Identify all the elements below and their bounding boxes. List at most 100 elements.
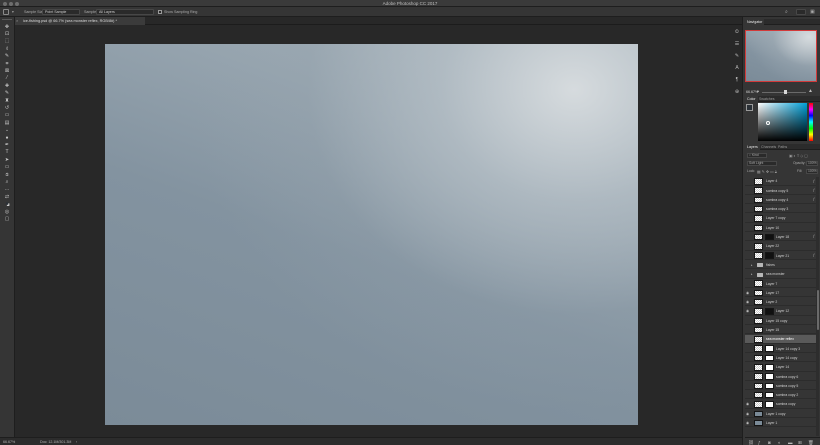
character-panel-icon[interactable]: A bbox=[733, 64, 741, 72]
layer-name[interactable]: Layer 2 bbox=[766, 300, 777, 304]
delete-layer-icon[interactable]: 🗑︎ bbox=[808, 440, 814, 445]
layer-name[interactable]: sea monster reflex bbox=[766, 337, 794, 341]
visibility-eye-icon[interactable] bbox=[746, 393, 750, 397]
quick-select-tool-icon[interactable]: ✎ bbox=[2, 53, 12, 60]
visibility-eye-icon[interactable] bbox=[746, 235, 750, 239]
layer-name[interactable]: Layer 14 bbox=[776, 365, 789, 369]
layer-mask-thumbnail[interactable] bbox=[765, 354, 774, 362]
tab-swatches[interactable]: Swatches bbox=[757, 96, 777, 102]
visibility-eye-icon[interactable]: ◉ bbox=[746, 300, 750, 304]
visibility-eye-icon[interactable] bbox=[746, 374, 750, 378]
layer-mask-thumbnail[interactable] bbox=[765, 345, 774, 352]
new-layer-icon[interactable]: ⊞ bbox=[798, 440, 802, 445]
sample-select[interactable]: All Layers bbox=[96, 9, 154, 15]
layer-name[interactable]: Layer 15 copy bbox=[766, 319, 787, 323]
layer-row[interactable]: Layer 15 copy bbox=[745, 317, 818, 325]
expand-group-chevron-icon[interactable]: ▸ bbox=[751, 263, 753, 267]
layer-thumbnail[interactable] bbox=[754, 224, 763, 231]
toolbar-grip[interactable] bbox=[2, 19, 12, 21]
layer-name[interactable]: sombra copy 5 bbox=[776, 384, 798, 388]
layer-thumbnail[interactable] bbox=[754, 345, 763, 352]
layer-name[interactable]: Layer 1 copy bbox=[766, 412, 785, 416]
lasso-tool-icon[interactable]: ℓ bbox=[2, 45, 12, 52]
path-select-tool-icon[interactable]: ➤ bbox=[2, 156, 12, 163]
visibility-eye-icon[interactable] bbox=[746, 226, 750, 230]
visibility-eye-icon[interactable] bbox=[746, 253, 750, 257]
layer-name[interactable]: Layer 12 bbox=[776, 309, 789, 313]
spot-heal-tool-icon[interactable]: ✚ bbox=[2, 82, 12, 89]
layer-mask-thumbnail[interactable] bbox=[765, 364, 774, 371]
visibility-eye-icon[interactable] bbox=[746, 272, 750, 276]
layer-row[interactable]: Layer 7 bbox=[745, 279, 818, 288]
layer-thumbnail[interactable] bbox=[754, 336, 763, 343]
layer-name[interactable]: Layer 17 bbox=[766, 291, 779, 295]
layer-row[interactable]: sombra copy 5 bbox=[745, 382, 818, 391]
visibility-eye-icon[interactable]: ◉ bbox=[746, 402, 750, 406]
share-icon[interactable]: ▣ bbox=[810, 9, 815, 15]
link-layers-icon[interactable]: ⛓ bbox=[748, 440, 754, 445]
dodge-tool-icon[interactable]: ● bbox=[2, 134, 12, 141]
layer-name[interactable]: Layer 1 bbox=[766, 421, 777, 425]
visibility-eye-icon[interactable] bbox=[746, 384, 750, 388]
eyedropper-tool-preset-icon[interactable] bbox=[3, 9, 9, 15]
layer-name[interactable]: Layer 4 bbox=[766, 179, 777, 183]
layer-thumbnail[interactable] bbox=[754, 364, 763, 371]
layer-name[interactable]: Layer 10 bbox=[766, 226, 779, 230]
layer-row[interactable]: sombra copy 4 ƒ bbox=[745, 196, 818, 205]
layer-thumbnail[interactable] bbox=[754, 233, 763, 241]
visibility-eye-icon[interactable] bbox=[746, 365, 750, 369]
clone-source-panel-icon[interactable]: ⊕ bbox=[733, 88, 741, 96]
layer-row[interactable]: Layer 7 copy bbox=[745, 214, 818, 223]
layer-mask-thumbnail[interactable] bbox=[765, 252, 774, 259]
visibility-eye-icon[interactable] bbox=[746, 337, 750, 341]
properties-panel-icon[interactable]: ☰ bbox=[733, 40, 741, 48]
layer-thumbnail[interactable] bbox=[754, 178, 763, 185]
layer-thumbnail[interactable] bbox=[754, 215, 763, 222]
visibility-eye-icon[interactable] bbox=[746, 244, 750, 248]
layer-name[interactable]: Layer 15 bbox=[766, 328, 779, 332]
dropdown-arrow-icon[interactable]: ▾ bbox=[12, 10, 14, 14]
layer-row[interactable]: Layer 18 ƒ bbox=[745, 233, 818, 242]
layer-name[interactable]: Layer 18 bbox=[776, 235, 789, 239]
layer-name[interactable]: Layer 7 copy bbox=[766, 216, 785, 220]
eyedropper-tool-icon[interactable]: ⁄ bbox=[2, 75, 12, 82]
visibility-eye-icon[interactable] bbox=[746, 188, 750, 192]
layer-thumbnail[interactable] bbox=[754, 419, 763, 427]
layer-mask-thumbnail[interactable] bbox=[765, 373, 774, 380]
layer-row[interactable]: Layer 4 ƒ bbox=[745, 177, 818, 186]
layer-thumbnail[interactable] bbox=[754, 391, 763, 399]
layer-name[interactable]: Layer 22 bbox=[766, 244, 779, 248]
layer-row[interactable]: Layer 21 ƒ bbox=[745, 251, 818, 260]
kind-filter-select[interactable]: ⌕ Kind bbox=[747, 152, 767, 158]
status-menu-arrow-icon[interactable]: › bbox=[76, 440, 77, 444]
layer-mask-thumbnail[interactable] bbox=[765, 382, 774, 390]
type-tool-icon[interactable]: T bbox=[2, 149, 12, 156]
visibility-eye-icon[interactable] bbox=[746, 319, 750, 323]
eraser-tool-icon[interactable]: ▭ bbox=[2, 112, 12, 119]
zoom-readout[interactable]: 66.67% bbox=[3, 440, 15, 444]
layer-name[interactable]: sombra copy 5 bbox=[766, 189, 788, 193]
layer-thumbnail[interactable] bbox=[754, 354, 763, 362]
layer-name[interactable]: sombra copy bbox=[776, 402, 795, 406]
layer-thumbnail[interactable] bbox=[754, 410, 763, 417]
layer-name[interactable]: sombra copy 3 bbox=[766, 207, 788, 211]
layer-row[interactable]: sombra copy 6 bbox=[745, 372, 818, 381]
visibility-eye-icon[interactable] bbox=[746, 216, 750, 220]
more-tool-icon[interactable]: … bbox=[2, 186, 12, 193]
lock-option-icons[interactable]: ▦ ✎ ✥ ▭ 🔒︎ bbox=[757, 169, 777, 174]
layer-thumbnail[interactable] bbox=[754, 252, 763, 259]
layer-thumbnail[interactable] bbox=[754, 298, 763, 306]
pen-tool-icon[interactable]: ✒ bbox=[2, 141, 12, 148]
layer-effects-icon[interactable]: ƒ bbox=[813, 197, 815, 201]
visibility-eye-icon[interactable]: ◉ bbox=[746, 309, 750, 313]
layer-thumbnail[interactable] bbox=[754, 280, 763, 287]
zoom-in-icon[interactable]: ▲ bbox=[808, 88, 813, 94]
filter-type-icons[interactable]: ▣ ◐ T ◇ ▢ bbox=[789, 153, 808, 158]
foreground-color-swatch[interactable] bbox=[746, 104, 753, 111]
visibility-eye-icon[interactable] bbox=[746, 281, 750, 285]
close-tab-icon[interactable]: × bbox=[16, 17, 18, 25]
zoom-out-icon[interactable]: ▴ bbox=[757, 88, 759, 93]
visibility-eye-icon[interactable] bbox=[746, 198, 750, 202]
layer-row[interactable]: ◉ Layer 12 bbox=[745, 307, 818, 316]
expand-group-chevron-icon[interactable]: ▸ bbox=[751, 272, 753, 276]
